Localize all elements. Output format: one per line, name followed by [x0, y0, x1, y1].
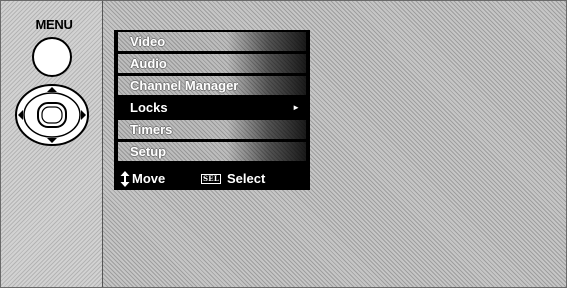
- submenu-arrow-icon: ►: [292, 103, 300, 112]
- sel-key-icon: SEL: [201, 174, 221, 184]
- menu-item-label: Setup: [130, 144, 167, 159]
- select-hint-label: Select: [227, 171, 266, 186]
- center-select-button[interactable]: [37, 102, 67, 128]
- menu-item-setup[interactable]: Setup: [118, 142, 306, 161]
- menu-item-locks[interactable]: Locks ►: [118, 98, 306, 117]
- menu-item-label: Video: [130, 34, 166, 49]
- menu-item-channel-manager[interactable]: Channel Manager: [118, 76, 306, 95]
- on-screen-menu: Video Audio Channel Manager Locks ► Time…: [114, 30, 310, 190]
- tv-screen-frame: MENU Video Audio Channel Manager Locks ►…: [0, 0, 567, 288]
- remote-control-panel: MENU: [1, 1, 103, 287]
- menu-item-label: Timers: [130, 122, 173, 137]
- move-hint-label: Move: [132, 171, 166, 186]
- menu-button[interactable]: [32, 37, 72, 77]
- navigation-hint-bar: Move SEL Select: [114, 170, 310, 188]
- navigation-pad[interactable]: [14, 83, 90, 147]
- menu-item-audio[interactable]: Audio: [118, 54, 306, 73]
- menu-item-label: Audio: [130, 56, 167, 71]
- menu-item-label: Locks: [130, 100, 168, 115]
- menu-button-label: MENU: [35, 17, 73, 32]
- up-down-arrow-icon: [120, 171, 130, 187]
- menu-item-video[interactable]: Video: [118, 32, 306, 51]
- menu-item-timers[interactable]: Timers: [118, 120, 306, 139]
- menu-item-label: Channel Manager: [130, 78, 239, 93]
